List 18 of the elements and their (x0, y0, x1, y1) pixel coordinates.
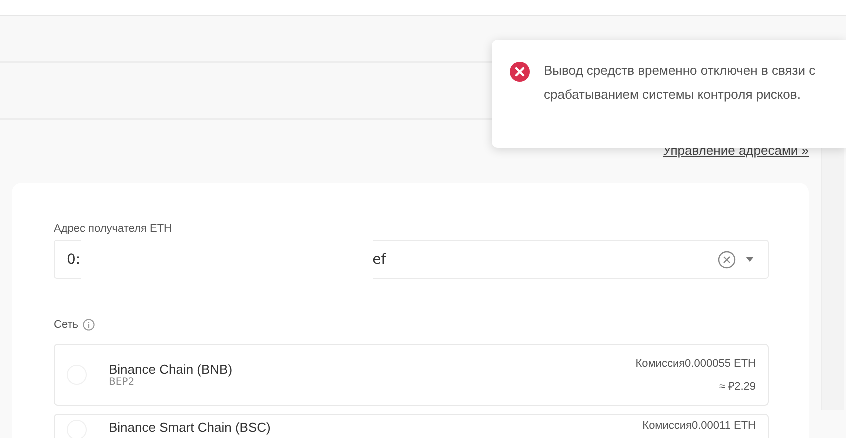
address-field[interactable]: 0: ef (54, 240, 769, 279)
clear-icon[interactable] (718, 250, 736, 268)
fee-text: Комиссия0.000055 ETH (636, 358, 756, 370)
info-icon[interactable] (83, 319, 96, 331)
network-name: Binance Smart Chain (BSC) (109, 420, 272, 435)
toast-message: Вывод средств временно отключен в связи с срабатыванием системы контроля рисков. (544, 62, 817, 104)
field-label: Адрес получателя ETH (54, 223, 174, 235)
fee-text: Комиссия0.00011 ETH (642, 420, 756, 432)
caret-icon[interactable] (746, 257, 754, 262)
fee-fiat-text: ≈ ₽2.29 (719, 380, 756, 392)
error-icon (510, 62, 530, 82)
address-value-end: ef (372, 252, 386, 268)
network-option[interactable]: Binance Chain (BNB) BEP2 Комиссия0.000055 ETH ≈ ₽2.29 (54, 344, 769, 406)
network-name: Binance Chain (BNB) (109, 362, 234, 377)
network-label: Сеть (54, 319, 78, 331)
address-value-start: 0: (67, 252, 81, 268)
network-code: BEP2 (109, 377, 136, 388)
network-option[interactable]: Binance Smart Chain (BSC) Комиссия0.00011 ETH (54, 414, 769, 438)
